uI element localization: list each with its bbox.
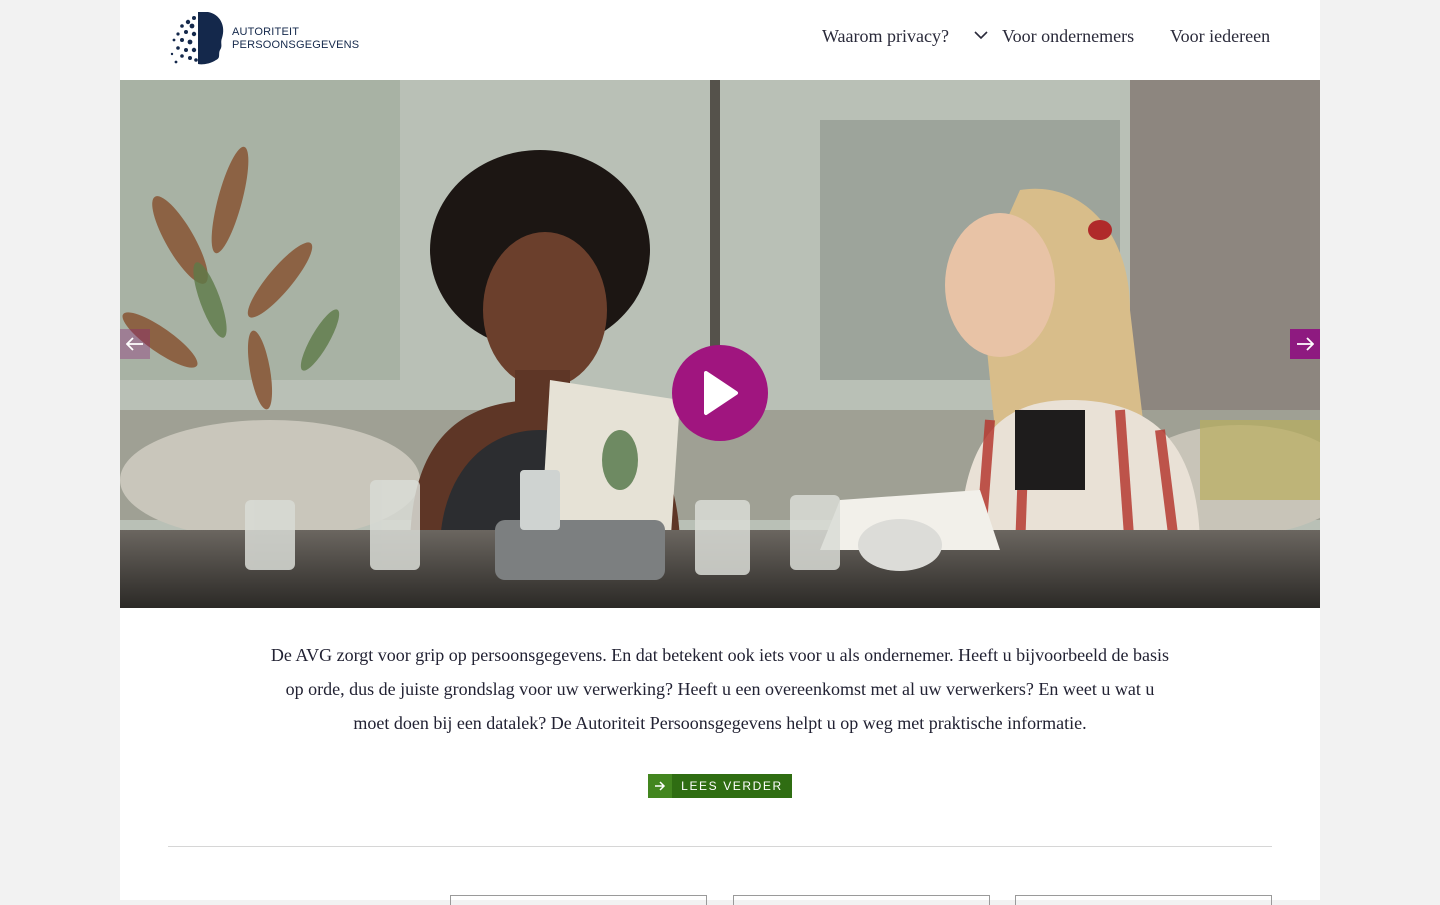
arrow-left-icon — [126, 337, 143, 351]
nav-voor-iedereen[interactable]: Voor iedereen — [1170, 26, 1270, 47]
card[interactable] — [450, 895, 707, 905]
divider — [168, 846, 1272, 847]
logo-line-1: AUTORITEIT — [232, 26, 300, 38]
logo[interactable]: AUTORITEIT PERSOONSGEGEVENS — [168, 10, 359, 66]
nav-waarom-privacy[interactable]: Waarom privacy? — [822, 26, 949, 47]
logo-text: AUTORITEIT PERSOONSGEGEVENS — [232, 26, 359, 52]
card[interactable] — [1015, 895, 1272, 905]
nav-voor-iedereen-label[interactable]: Voor iedereen — [1170, 26, 1270, 46]
play-icon — [704, 371, 738, 415]
chevron-down-icon[interactable] — [974, 30, 988, 40]
nav-voor-ondernemers-label[interactable]: Voor ondernemers — [1002, 26, 1134, 46]
carousel-prev-button[interactable] — [120, 329, 150, 359]
lees-verder-button[interactable]: LEES VERDER — [648, 774, 792, 798]
logo-face-icon — [170, 12, 224, 65]
intro-text: De AVG zorgt voor grip op persoonsgegeve… — [270, 645, 1170, 733]
arrow-right-icon — [1297, 337, 1314, 351]
play-button[interactable] — [672, 345, 768, 441]
logo-line-2: PERSOONSGEGEVENS — [232, 39, 360, 51]
card[interactable] — [733, 895, 990, 905]
carousel-next-button[interactable] — [1290, 329, 1320, 359]
page: AUTORITEIT PERSOONSGEGEVENS Waarom priva… — [120, 0, 1320, 905]
nav-waarom-privacy-label[interactable]: Waarom privacy? — [822, 26, 949, 46]
hero-video[interactable] — [120, 80, 1320, 608]
hero-image — [120, 80, 1320, 608]
lees-verder-label: LEES VERDER — [681, 779, 783, 793]
site-header: AUTORITEIT PERSOONSGEGEVENS Waarom priva… — [120, 0, 1320, 80]
arrow-right-icon — [648, 774, 672, 798]
nav-voor-ondernemers[interactable]: Voor ondernemers — [1002, 26, 1134, 47]
